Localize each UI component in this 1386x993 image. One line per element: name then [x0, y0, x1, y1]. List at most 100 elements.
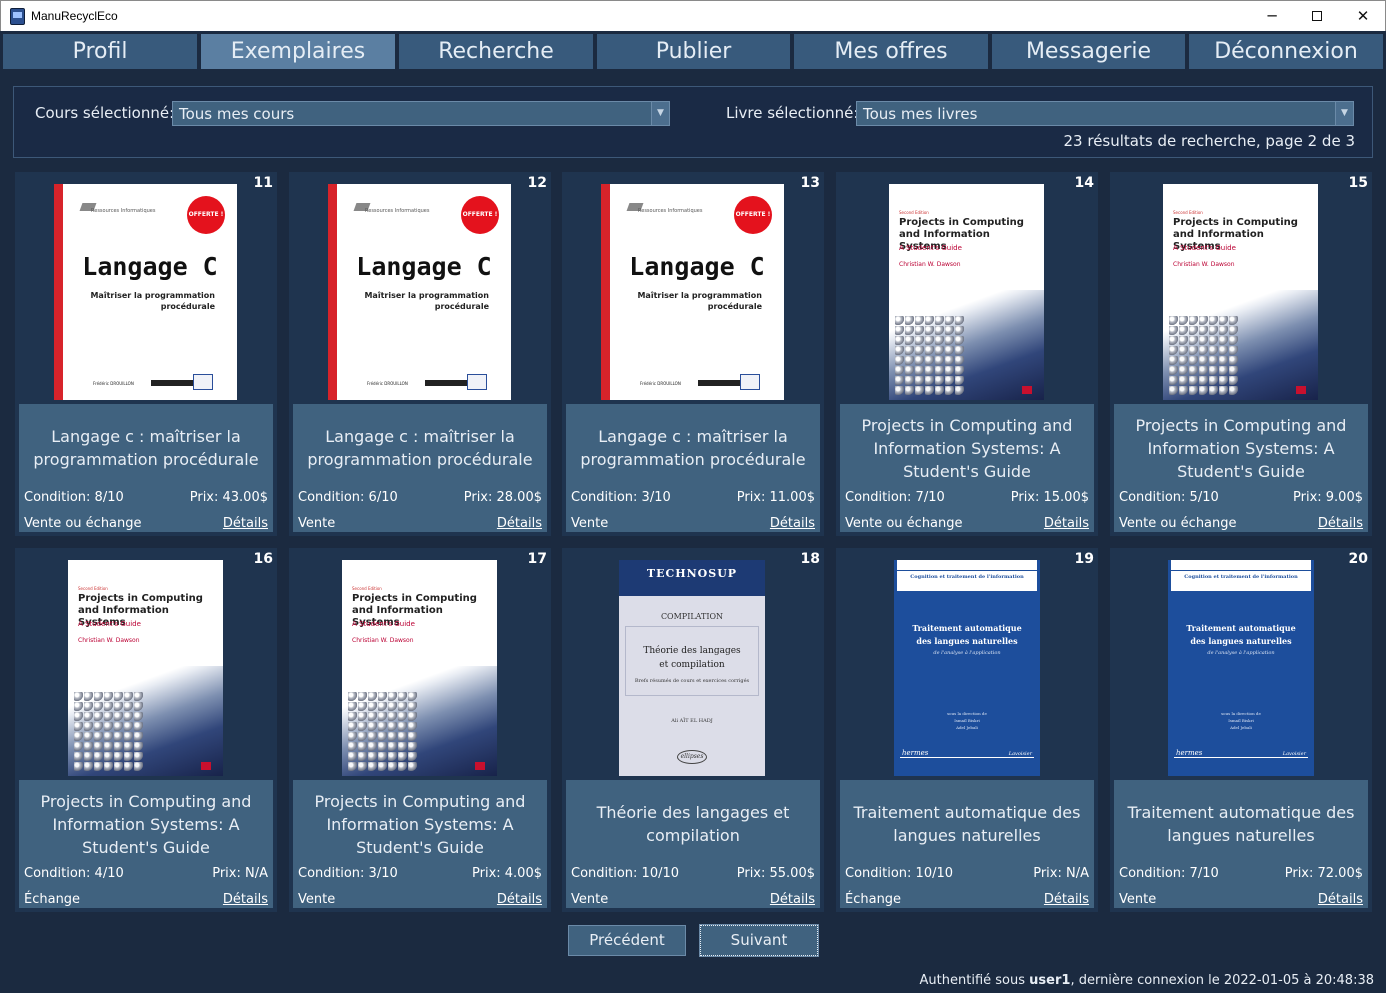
book-condition: Condition: 7/10: [845, 490, 945, 505]
book-card[interactable]: 20 Cognition et traitement de l'informat…: [1110, 548, 1372, 912]
cover-series: TECHNOSUP: [619, 560, 765, 588]
cover-title: Langage C: [356, 252, 492, 281]
course-select[interactable]: Tous mes cours ▼: [172, 101, 670, 126]
cover-brand: Ressources Informatiques: [638, 208, 703, 214]
publisher-logo: [201, 762, 211, 770]
details-link[interactable]: Détails: [1044, 516, 1089, 531]
course-label: Cours sélectionné:: [35, 104, 175, 122]
cover-brand: Ressources Informatiques: [91, 208, 156, 214]
cover-edition: Second Edition: [352, 586, 382, 591]
book-cover: Second Edition Projects in Computing and …: [889, 184, 1044, 400]
book-card[interactable]: 12 Ressources Informatiques OFFERTE ! La…: [289, 172, 551, 536]
book-card[interactable]: 16 Second Edition Projects in Computing a…: [15, 548, 277, 912]
app-icon: [10, 8, 25, 25]
window-title: ManuRecyclEco: [31, 9, 118, 23]
cover-direction: sous la direction de: [1221, 711, 1261, 716]
details-link[interactable]: Détails: [1318, 516, 1363, 531]
tab-messagerie[interactable]: Messagerie: [992, 34, 1185, 69]
cover-editor-1: Ismaïl Biskri: [954, 718, 980, 723]
cover-subtitle-1: Maîtriser la programmation: [637, 291, 762, 300]
cover-title: Langage C: [82, 252, 218, 281]
cover-edition: Second Edition: [899, 210, 929, 215]
book-price: Prix: 9.00$: [1293, 490, 1363, 505]
tab-mes-offres[interactable]: Mes offres: [794, 34, 988, 69]
book-mode: Vente: [298, 892, 336, 907]
details-link[interactable]: Détails: [1318, 892, 1363, 907]
cover-edition: Second Edition: [78, 586, 108, 591]
status-prefix: Authentifié sous: [919, 973, 1026, 988]
tab-exemplaires[interactable]: Exemplaires: [201, 34, 395, 69]
details-link[interactable]: Détails: [497, 892, 542, 907]
cover-bar: [698, 380, 740, 386]
cover-spheres: [348, 692, 418, 772]
cover-author: Frédéric DROUILLON: [367, 381, 408, 386]
book-card[interactable]: 11 Ressources Informatiques OFFERTE ! La…: [15, 172, 277, 536]
cover-editor-1: Ismaïl Biskri: [1228, 718, 1254, 723]
book-card[interactable]: 13 Ressources Informatiques OFFERTE ! La…: [562, 172, 824, 536]
tab-profil[interactable]: Profil: [3, 34, 197, 69]
book-card[interactable]: 18 TECHNOSUP COMPILATION Théorie des lan…: [562, 548, 824, 912]
book-card[interactable]: 14 Second Edition Projects in Computing a…: [836, 172, 1098, 536]
details-link[interactable]: Détails: [1044, 892, 1089, 907]
book-info: Projects in Computing and Information Sy…: [19, 780, 273, 908]
tab-recherche[interactable]: Recherche: [399, 34, 593, 69]
book-card[interactable]: 19 Cognition et traitement de l'informat…: [836, 548, 1098, 912]
cover-subtitle: A Student's Guide: [1173, 244, 1236, 252]
book-label: Livre sélectionné:: [726, 104, 859, 122]
book-cover: Second Edition Projects in Computing and …: [68, 560, 223, 776]
book-info: Langage c : maîtriser la programmation p…: [566, 404, 820, 532]
book-mode: Vente ou échange: [24, 516, 142, 531]
cover-line: [1174, 757, 1308, 758]
book-price: Prix: 72.00$: [1284, 866, 1363, 881]
minimize-button[interactable]: ─: [1249, 1, 1295, 32]
cover-spheres: [895, 316, 965, 396]
book-card[interactable]: 15 Second Edition Projects in Computing a…: [1110, 172, 1372, 536]
chevron-down-icon[interactable]: ▼: [651, 102, 669, 125]
details-link[interactable]: Détails: [223, 516, 268, 531]
cover-subtitle-1: Maîtriser la programmation: [364, 291, 489, 300]
cover-editors: sous la direction de Ismaïl Biskri Adel Je…: [1168, 710, 1314, 731]
book-cover: Ressources Informatiques OFFERTE ! Langa…: [54, 184, 237, 400]
book-mode: Échange: [24, 892, 81, 907]
book-cover: Ressources Informatiques OFFERTE ! Langa…: [328, 184, 511, 400]
book-index: 20: [1348, 551, 1368, 567]
book-condition: Condition: 5/10: [1119, 490, 1219, 505]
tab-publier[interactable]: Publier: [597, 34, 790, 69]
book-mode: Vente: [1119, 892, 1157, 907]
book-select[interactable]: Tous mes livres ▼: [856, 101, 1354, 126]
next-button[interactable]: Suivant: [699, 924, 819, 957]
book-index: 14: [1074, 175, 1094, 191]
cover-brand: Ressources Informatiques: [365, 208, 430, 214]
book-price: Prix: 43.00$: [189, 490, 268, 505]
book-index: 11: [253, 175, 273, 191]
cover-subtitle-2: procédurale: [434, 302, 489, 311]
title-bar: ManuRecyclEco ─ ✕: [0, 0, 1386, 31]
status-user: user1: [1029, 973, 1071, 988]
book-title: Traitement automatique des langues natur…: [1127, 803, 1355, 845]
details-link[interactable]: Détails: [770, 892, 815, 907]
cover-title-2: des langues naturelles: [1190, 636, 1292, 646]
cover-editors: sous la direction de Ismaïl Biskri Adel Je…: [894, 710, 1040, 731]
book-index: 17: [527, 551, 547, 567]
details-link[interactable]: Détails: [770, 516, 815, 531]
details-link[interactable]: Détails: [497, 516, 542, 531]
book-card[interactable]: 17 Second Edition Projects in Computing a…: [289, 548, 551, 912]
maximize-button[interactable]: [1294, 1, 1340, 32]
book-info: Projects in Computing and Information Sy…: [840, 404, 1094, 532]
details-link[interactable]: Détails: [223, 892, 268, 907]
chevron-down-icon[interactable]: ▼: [1335, 102, 1353, 125]
previous-button[interactable]: Précédent: [568, 925, 686, 956]
tab-deconnexion[interactable]: Déconnexion: [1189, 34, 1383, 69]
publisher-logo: ellipses: [677, 750, 707, 764]
book-select-value: Tous mes livres: [863, 105, 978, 123]
close-button[interactable]: ✕: [1340, 1, 1386, 32]
book-condition: Condition: 6/10: [298, 490, 398, 505]
cover-direction: sous la direction de: [947, 711, 987, 716]
cover-subtitle: de l'analyse à l'application: [1207, 650, 1275, 656]
book-condition: Condition: 3/10: [298, 866, 398, 881]
status-suffix: , dernière connexion le 2022-01-05 à 20:…: [1070, 973, 1374, 988]
book-cover: Second Edition Projects in Computing and …: [342, 560, 497, 776]
book-condition: Condition: 10/10: [845, 866, 954, 881]
book-price: Prix: N/A: [1033, 866, 1089, 881]
book-cover: Second Edition Projects in Computing and …: [1163, 184, 1318, 400]
